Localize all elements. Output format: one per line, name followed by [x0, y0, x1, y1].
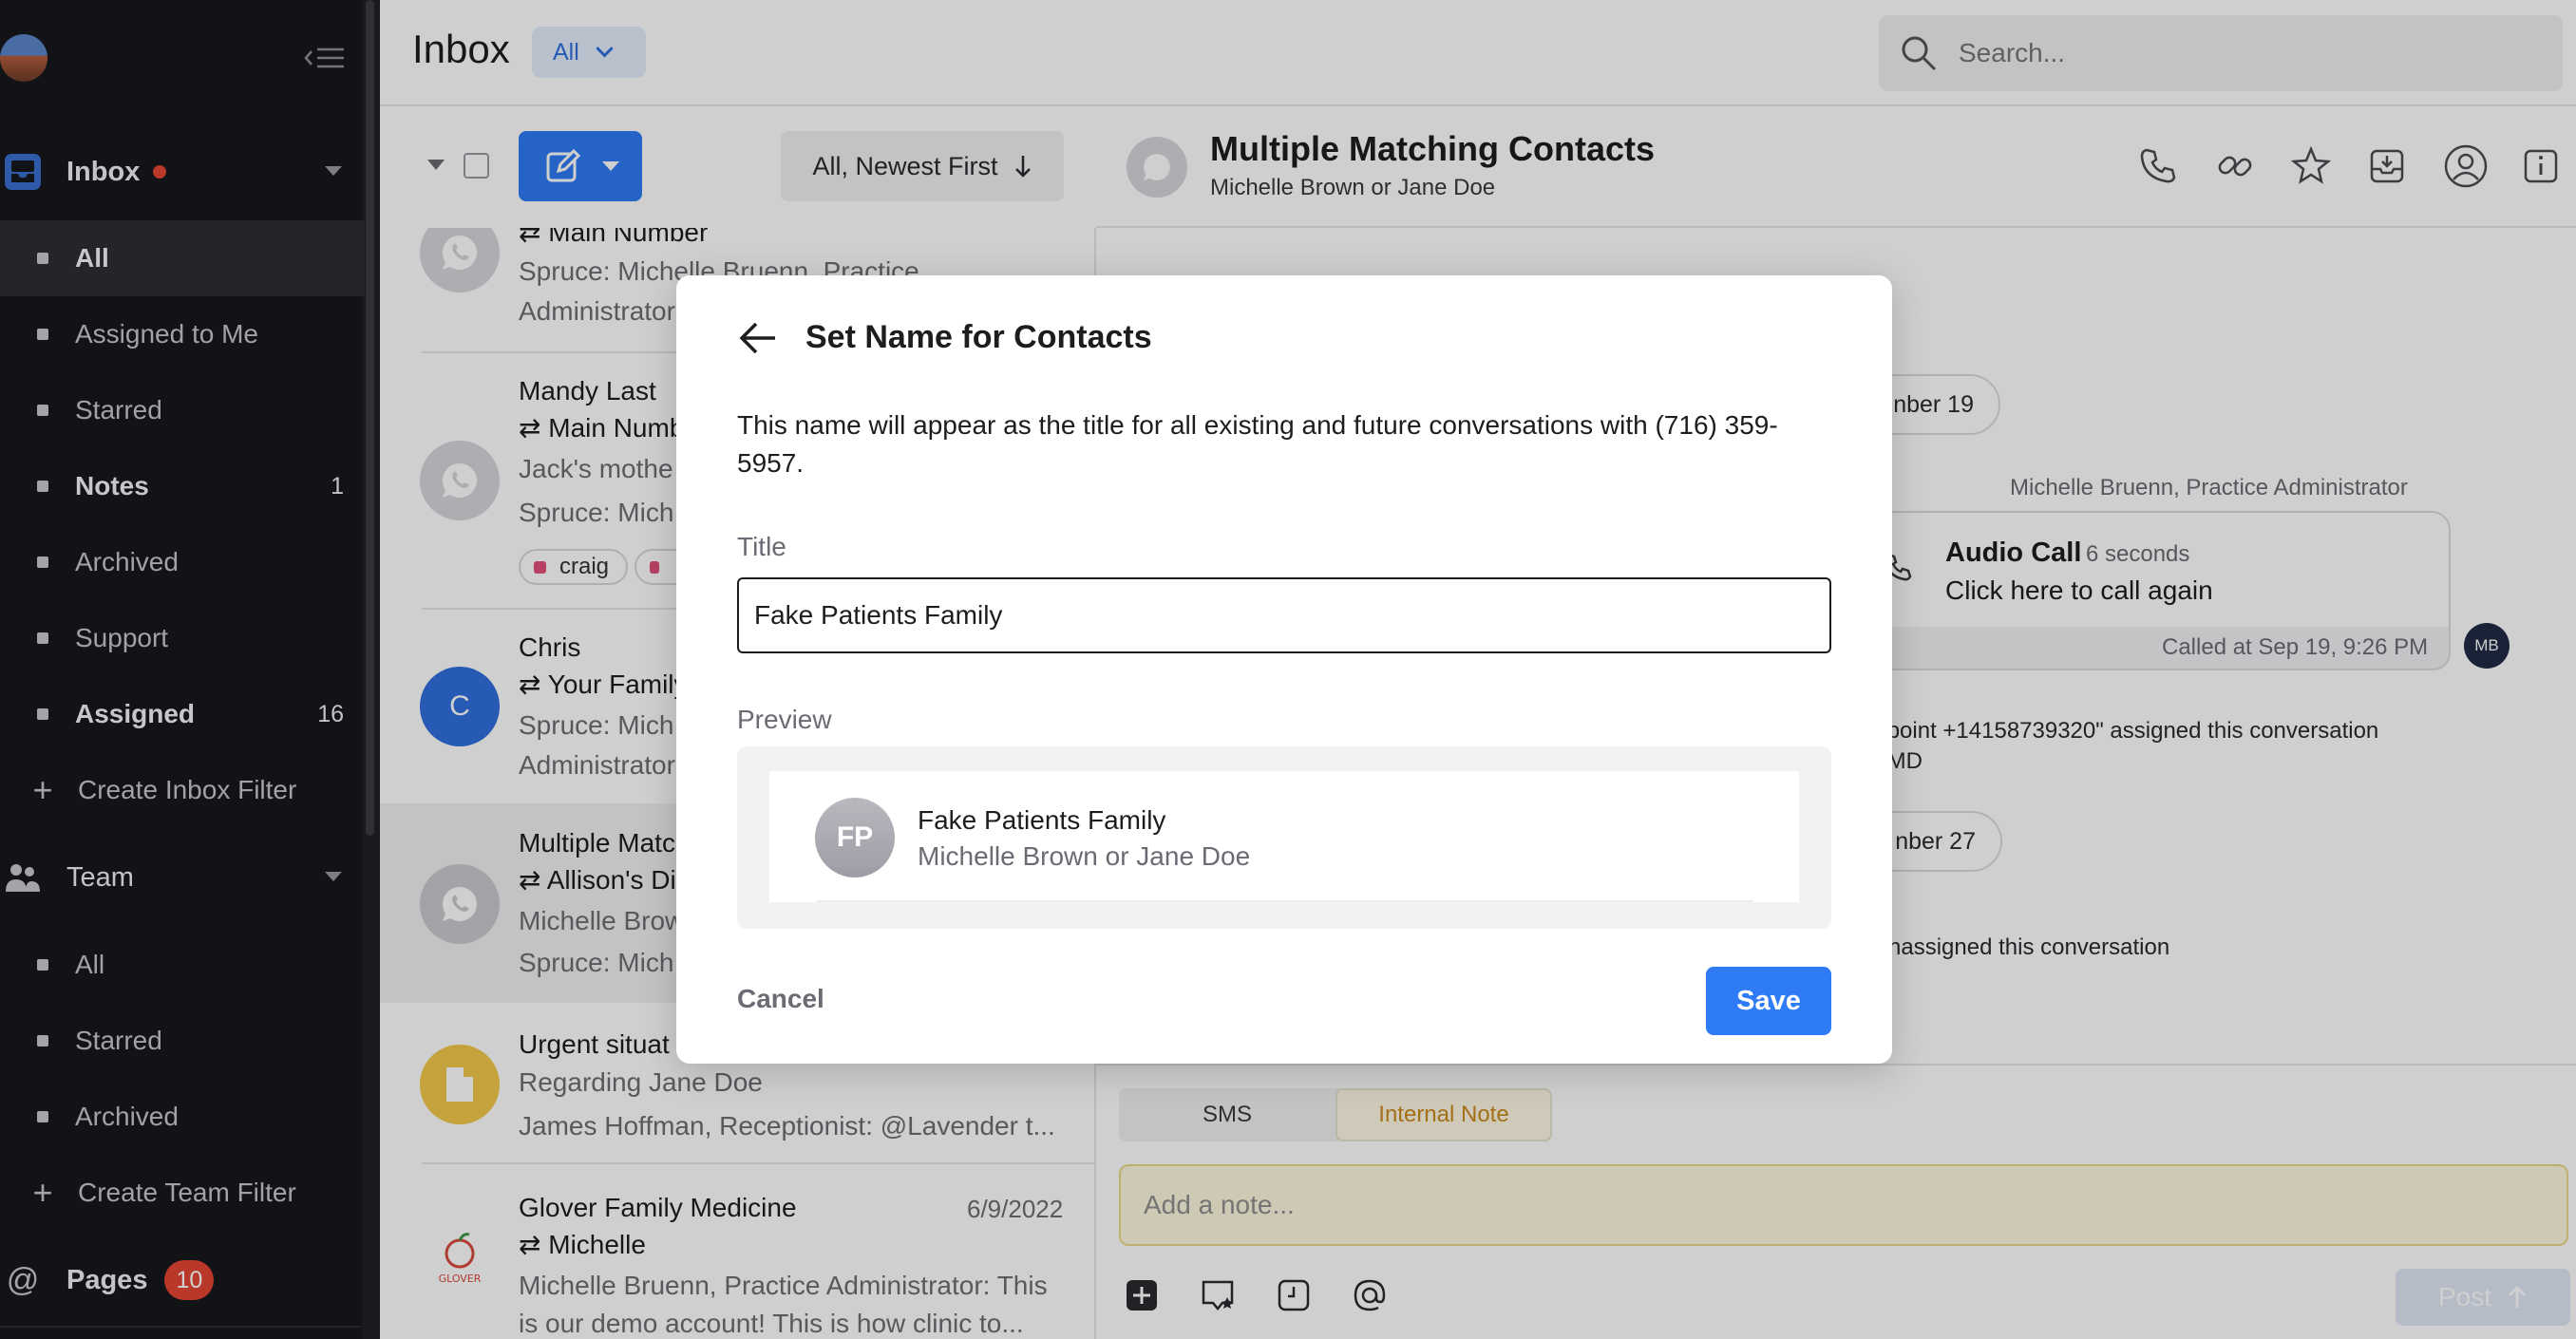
back-arrow-icon[interactable]	[737, 319, 779, 357]
title-field-label: Title	[737, 532, 786, 561]
dialog-title: Set Name for Contacts	[805, 319, 1152, 355]
preview-avatar: FP	[815, 798, 895, 877]
preview-card	[769, 771, 1799, 902]
preview-label: Preview	[737, 705, 832, 734]
title-input[interactable]	[737, 577, 1831, 653]
save-button[interactable]: Save	[1706, 967, 1831, 1035]
dialog-description: This name will appear as the title for a…	[737, 410, 1778, 478]
cancel-button[interactable]: Cancel	[737, 984, 824, 1014]
preview-name: Fake Patients Family	[918, 805, 1166, 835]
set-name-dialog	[676, 275, 1892, 1064]
preview-subtitle: Michelle Brown or Jane Doe	[918, 841, 1251, 871]
